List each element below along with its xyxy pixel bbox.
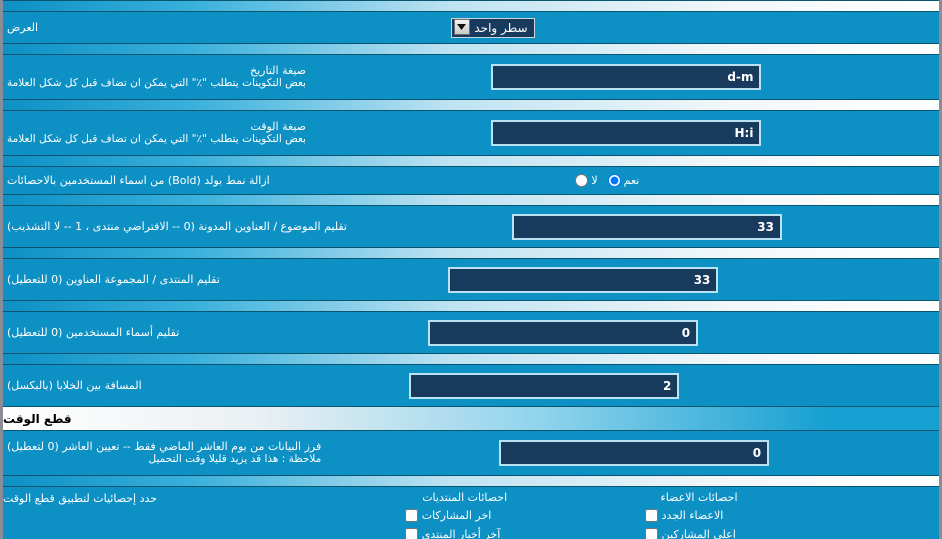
member-stats-label-0: الاعضاء الجدد (661, 509, 724, 522)
forum-trim-field-cell (228, 266, 939, 293)
separator-bar (3, 43, 939, 55)
separator-bar (3, 194, 939, 206)
display-label-cell: العرض (3, 18, 46, 38)
date-format-field-cell (314, 64, 939, 90)
timecut-section-header: قطع الوقت (3, 406, 939, 431)
timecut-description: ملاحظة : هذا قد يزيد قليلا وقت التحميل (148, 453, 322, 466)
display-select-wrap: سطر واحد (450, 17, 535, 38)
separator-bar (3, 155, 939, 167)
time-format-input[interactable] (491, 120, 762, 146)
timecut-section-title: قطع الوقت (3, 411, 72, 426)
checkbox-row[interactable]: اعلى المشاركين (644, 525, 754, 539)
cell-spacing-input[interactable] (409, 372, 680, 399)
separator-bar (3, 99, 939, 111)
checkbox-row[interactable]: الاعضاء الجدد (644, 506, 754, 525)
time-format-label-cell: صيغة الوقت بعض التكوينات يتطلب "٪" التي … (3, 117, 314, 150)
checkbox-row[interactable]: آخر أخبار المنتدى (404, 525, 525, 539)
time-format-row: صيغة الوقت بعض التكوينات يتطلب "٪" التي … (3, 111, 939, 155)
separator-bar (3, 353, 939, 365)
remove-bold-radio-yes-input[interactable] (607, 174, 621, 187)
timecut-stats-panel: حدد إحصائيات لتطبيق قطع الوقت احصائات ال… (3, 487, 939, 539)
separator-bar (3, 247, 939, 259)
timecut-field-cell (329, 440, 939, 466)
timecut-label: فرز البيانات من يوم العاشر الماضي فقط --… (7, 439, 322, 453)
remove-bold-radio-no-label: لا (591, 174, 598, 187)
username-trim-row: تقليم أسماء المستخدمين (0 للتعطيل) (3, 312, 939, 353)
checkbox-row[interactable]: اخر المشاركات (404, 506, 525, 525)
date-format-description: بعض التكوينات يتطلب "٪" التي يمكن ان تضا… (7, 77, 306, 90)
separator-bar (3, 475, 939, 487)
member-stats-heading: احصائات الاعضاء (660, 491, 738, 504)
topic-trim-field-cell (355, 213, 939, 240)
settings-page: العرض سطر واحد صيغة التاريخ بعض التكوينا… (0, 0, 942, 539)
username-trim-label: تقليم أسماء المستخدمين (0 للتعطيل) (7, 325, 180, 339)
topic-trim-input[interactable] (512, 213, 782, 240)
timecut-stats-panel-label: حدد إحصائيات لتطبيق قطع الوقت (3, 492, 158, 505)
cell-spacing-label-cell: المسافة بين الخلايا (بالبكسل) (3, 376, 150, 396)
username-trim-label-cell: تقليم أسماء المستخدمين (0 للتعطيل) (3, 323, 187, 343)
username-trim-input[interactable] (428, 319, 699, 346)
date-format-label: صيغة التاريخ (250, 63, 306, 77)
separator-bar (3, 300, 939, 312)
display-field-cell: سطر واحد (46, 17, 939, 38)
remove-bold-radio-group: نعم لا (575, 174, 641, 187)
date-format-input[interactable] (491, 64, 762, 90)
time-format-label: صيغة الوقت (250, 119, 306, 133)
forum-stats-heading: احصائات المنتديات (422, 491, 508, 504)
time-format-description: بعض التكوينات يتطلب "٪" التي يمكن ان تضا… (7, 133, 306, 146)
topic-trim-label-cell: تقليم الموضوع / العناوين المدونة (0 -- ا… (3, 217, 355, 237)
remove-bold-radio-yes[interactable]: نعم (607, 174, 640, 187)
timecut-stats-columns: احصائات الاعضاء الاعضاء الجدد اعلى المشا… (157, 491, 931, 539)
member-stats-checkbox-1[interactable] (644, 528, 658, 539)
forum-trim-row: تقليم المنتدى / المجموعة العناوين (0 للت… (3, 259, 939, 300)
forum-trim-label-cell: تقليم المنتدى / المجموعة العناوين (0 للت… (3, 270, 228, 290)
date-format-label-cell: صيغة التاريخ بعض التكوينات يتطلب "٪" الت… (3, 61, 314, 94)
remove-bold-field-cell: نعم لا (278, 174, 939, 187)
display-label: العرض (7, 20, 39, 34)
topic-trim-label: تقليم الموضوع / العناوين المدونة (0 -- ا… (7, 219, 347, 233)
remove-bold-radio-yes-label: نعم (623, 174, 640, 187)
member-stats-checkbox-0[interactable] (644, 509, 658, 522)
display-select[interactable]: سطر واحد (450, 18, 535, 38)
cell-spacing-row: المسافة بين الخلايا (بالبكسل) (3, 365, 939, 406)
timecut-input[interactable] (499, 440, 770, 466)
display-row: العرض سطر واحد (3, 12, 939, 43)
remove-bold-label-cell: ازالة نمط بولد (Bold) من اسماء المستخدمي… (3, 171, 278, 191)
username-trim-field-cell (187, 319, 939, 346)
topic-trim-row: تقليم الموضوع / العناوين المدونة (0 -- ا… (3, 206, 939, 247)
remove-bold-radio-no-input[interactable] (575, 174, 589, 187)
date-format-row: صيغة التاريخ بعض التكوينات يتطلب "٪" الت… (3, 55, 939, 99)
member-stats-label-1: اعلى المشاركين (661, 528, 736, 539)
remove-bold-label: ازالة نمط بولد (Bold) من اسماء المستخدمي… (7, 173, 270, 187)
cell-spacing-label: المسافة بين الخلايا (بالبكسل) (7, 378, 142, 392)
time-format-field-cell (314, 120, 939, 146)
forum-trim-label: تقليم المنتدى / المجموعة العناوين (0 للت… (7, 272, 220, 286)
forum-stats-checkbox-1[interactable] (404, 528, 418, 539)
separator-bar (3, 0, 939, 12)
cell-spacing-field-cell (150, 372, 939, 399)
timecut-row: فرز البيانات من يوم العاشر الماضي فقط --… (3, 431, 939, 475)
forum-stats-label-0: اخر المشاركات (421, 509, 492, 522)
forum-trim-input[interactable] (448, 266, 719, 293)
timecut-label-cell: فرز البيانات من يوم العاشر الماضي فقط --… (3, 437, 329, 470)
forum-stats-checkbox-0[interactable] (404, 509, 418, 522)
member-stats-column: احصائات الاعضاء الاعضاء الجدد اعلى المشا… (644, 491, 754, 539)
remove-bold-radio-no[interactable]: لا (575, 174, 598, 187)
remove-bold-row: ازالة نمط بولد (Bold) من اسماء المستخدمي… (3, 167, 939, 194)
forum-stats-column: احصائات المنتديات اخر المشاركات آخر أخبا… (404, 491, 525, 539)
forum-stats-label-1: آخر أخبار المنتدى (421, 528, 501, 539)
